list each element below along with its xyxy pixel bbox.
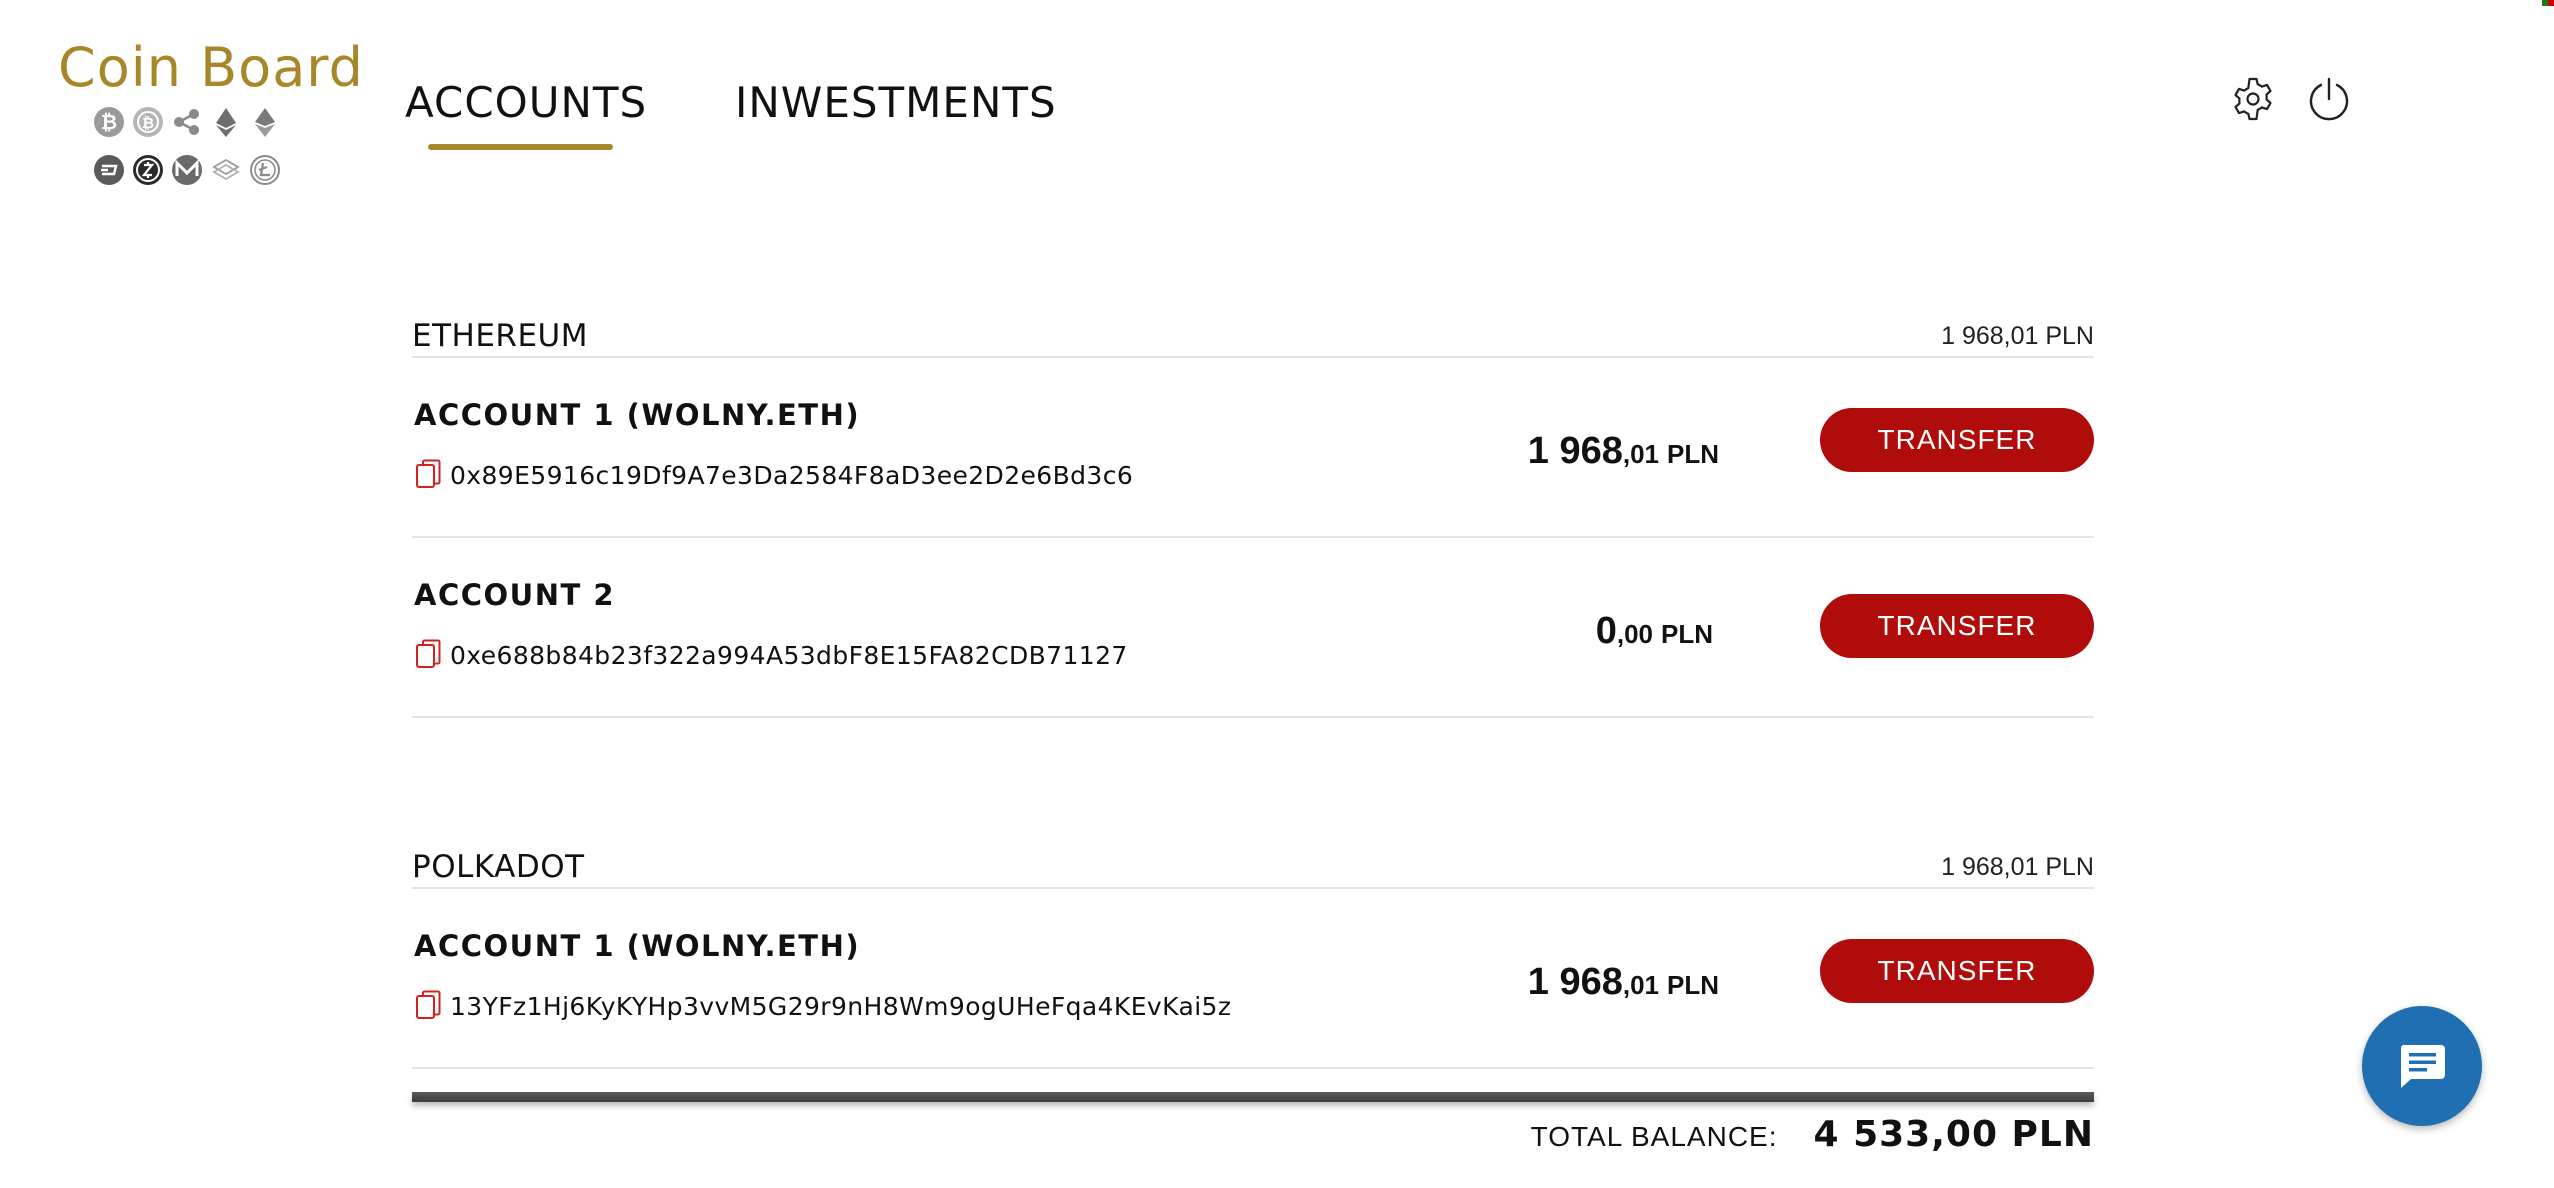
transfer-button[interactable]: TRANSFER xyxy=(1820,408,2094,472)
tab-accounts-label: ACCOUNTS xyxy=(405,78,648,127)
account-balance: 1 968,01 PLN xyxy=(1528,961,1719,1004)
tab-accounts[interactable]: ACCOUNTS xyxy=(405,76,735,150)
dash-icon xyxy=(93,154,125,186)
account-balance: 1 968,01 PLN xyxy=(1528,430,1719,473)
svg-text:₿: ₿ xyxy=(101,110,117,134)
copy-icon[interactable] xyxy=(414,638,444,672)
account-row: ACCOUNT 1 (WOLNY.ETH) 0x89E5916c19Df9A7e… xyxy=(412,358,2094,538)
logo-title: Coin Board xyxy=(58,36,364,99)
tab-investments-label: INWESTMENTS xyxy=(735,78,1057,127)
logo[interactable]: Coin Board ₿ ₿ xyxy=(58,36,364,185)
account-balance: 0,00 PLN xyxy=(1596,610,1713,653)
account-name: ACCOUNT 2 xyxy=(414,578,616,612)
total-balance-value: 4 533,00 PLN xyxy=(1813,1114,2094,1155)
account-name: ACCOUNT 1 (WOLNY.ETH) xyxy=(414,929,861,963)
account-address-group: 0xe688b84b23f322a994A53dbF8E15FA82CDB711… xyxy=(414,638,1128,672)
copy-icon[interactable] xyxy=(414,458,444,492)
app-root: Coin Board ₿ ₿ ACCOUNTS INWESTMENTS ETHE… xyxy=(0,0,2554,1188)
section-header: ETHEREUM 1 968,01 PLN xyxy=(412,316,2094,358)
gear-icon[interactable] xyxy=(2228,74,2278,124)
active-tab-indicator xyxy=(428,144,613,150)
section-title: ETHEREUM xyxy=(412,318,588,354)
balance-currency: PLN xyxy=(1667,439,1719,469)
corner-indicator xyxy=(2542,0,2554,6)
balance-currency: PLN xyxy=(1667,970,1719,1000)
section-ethereum: ETHEREUM 1 968,01 PLN ACCOUNT 1 (WOLNY.E… xyxy=(412,316,2094,718)
chat-button[interactable] xyxy=(2362,1006,2482,1126)
balance-decimal: ,00 xyxy=(1616,619,1653,649)
coin-icons-row-2 xyxy=(93,154,281,186)
coin-icons-row-1: ₿ ₿ xyxy=(93,106,281,138)
litecoin-icon xyxy=(249,154,281,186)
power-icon[interactable] xyxy=(2304,74,2354,124)
monero-icon xyxy=(171,154,203,186)
account-address: 13YFz1Hj6KyKYHp3vvM5G29r9nH8Wm9ogUHeFqa4… xyxy=(450,991,1232,1021)
account-row: ACCOUNT 2 0xe688b84b23f322a994A53dbF8E15… xyxy=(412,538,2094,718)
transfer-button[interactable]: TRANSFER xyxy=(1820,939,2094,1003)
section-total: 1 968,01 PLN xyxy=(1941,853,2094,881)
section-polkadot: POLKADOT 1 968,01 PLN ACCOUNT 1 (WOLNY.E… xyxy=(412,847,2094,1069)
account-address-group: 0x89E5916c19Df9A7e3Da2584F8aD3ee2D2e6Bd3… xyxy=(414,458,1133,492)
transfer-button[interactable]: TRANSFER xyxy=(1820,594,2094,658)
account-name: ACCOUNT 1 (WOLNY.ETH) xyxy=(414,398,861,432)
bitcoin-icon: ₿ xyxy=(93,106,125,138)
total-balance-label: TOTAL BALANCE: xyxy=(1530,1121,1778,1152)
tab-investments[interactable]: INWESTMENTS xyxy=(735,76,1065,130)
zcash-icon xyxy=(132,154,164,186)
section-total: 1 968,01 PLN xyxy=(1941,322,2094,350)
balance-integer: 0 xyxy=(1595,610,1617,652)
account-address: 0x89E5916c19Df9A7e3Da2584F8aD3ee2D2e6Bd3… xyxy=(450,460,1134,490)
balance-currency: PLN xyxy=(1661,619,1713,649)
account-address: 0xe688b84b23f322a994A53dbF8E15FA82CDB711… xyxy=(450,640,1128,670)
section-header: POLKADOT 1 968,01 PLN xyxy=(412,847,2094,889)
main-tabs: ACCOUNTS INWESTMENTS xyxy=(405,76,1065,150)
copy-icon[interactable] xyxy=(414,989,444,1023)
total-divider xyxy=(412,1092,2094,1102)
ripple-icon xyxy=(171,106,203,138)
svg-text:₿: ₿ xyxy=(142,114,154,132)
section-title: POLKADOT xyxy=(412,849,585,885)
lisk-icon xyxy=(210,154,242,186)
account-address-group: 13YFz1Hj6KyKYHp3vvM5G29r9nH8Wm9ogUHeFqa4… xyxy=(414,989,1231,1023)
ethereum-classic-icon xyxy=(249,106,281,138)
balance-integer: 1 968 xyxy=(1527,430,1623,472)
header-icons xyxy=(2228,74,2354,124)
balance-decimal: ,01 xyxy=(1622,970,1659,1000)
account-row: ACCOUNT 1 (WOLNY.ETH) 13YFz1Hj6KyKYHp3vv… xyxy=(412,889,2094,1069)
balance-integer: 1 968 xyxy=(1527,961,1623,1003)
total-balance: TOTAL BALANCE: 4 533,00 PLN xyxy=(1531,1114,2094,1155)
balance-decimal: ,01 xyxy=(1622,439,1659,469)
chat-icon xyxy=(2400,1045,2445,1088)
ethereum-icon xyxy=(210,106,242,138)
bitcoin-cash-icon: ₿ xyxy=(132,106,164,138)
